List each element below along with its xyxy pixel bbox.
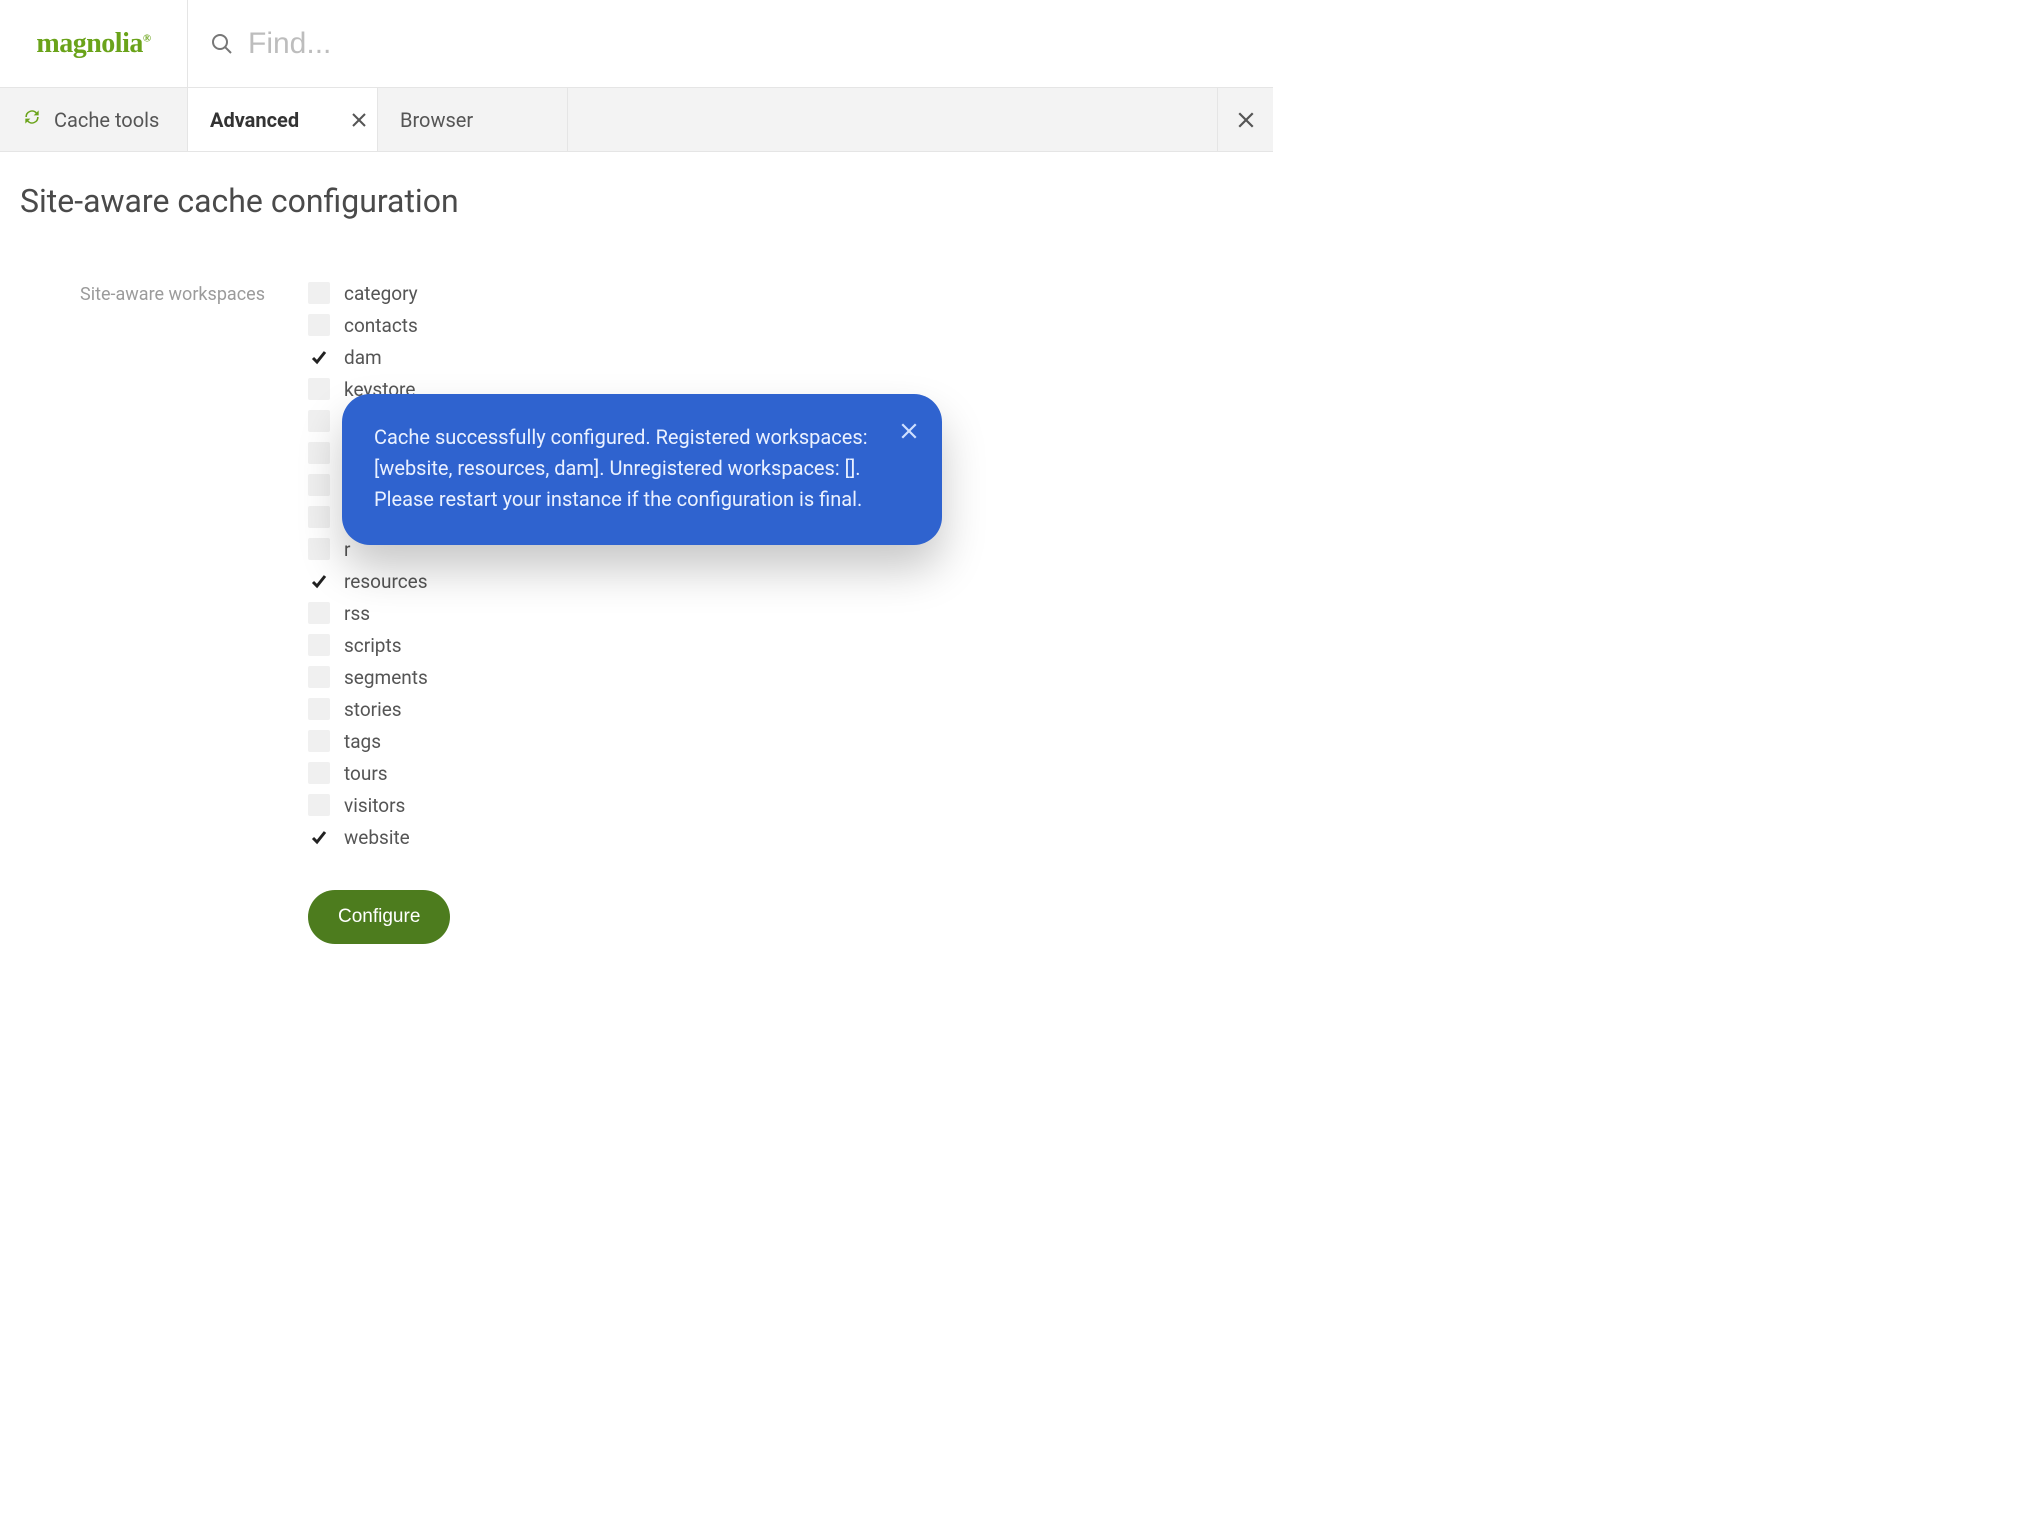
page-title: Site-aware cache configuration xyxy=(20,182,1253,220)
workspace-label: dam xyxy=(344,346,382,369)
workspace-checkbox[interactable] xyxy=(308,410,330,432)
workspace-checkbox[interactable] xyxy=(308,378,330,400)
tab-cache-tools[interactable]: Cache tools xyxy=(0,88,188,151)
workspace-label: website xyxy=(344,826,410,849)
workspace-checkbox[interactable] xyxy=(308,474,330,496)
workspace-checkbox[interactable] xyxy=(308,282,330,304)
workspace-label: segments xyxy=(344,666,428,689)
app-root: magnolia® Cache tools Adv xyxy=(0,0,1273,1004)
workspace-label: r xyxy=(344,538,350,561)
workspace-item: resources xyxy=(308,568,1253,594)
workspace-item: rss xyxy=(308,600,1253,626)
workspace-item: contacts xyxy=(308,312,1253,338)
workspaces-field: Site-aware workspaces category contacts da… xyxy=(20,280,1253,944)
tab-bar: Cache tools Advanced Browser xyxy=(0,88,1273,152)
workspace-checkbox[interactable] xyxy=(308,314,330,336)
workspace-item: website xyxy=(308,824,1253,850)
workspace-item: segments xyxy=(308,664,1253,690)
logo[interactable]: magnolia® xyxy=(0,0,188,87)
close-app-button[interactable] xyxy=(1217,88,1273,151)
workspace-label: visitors xyxy=(344,794,405,817)
workspace-checklist: categorycontactsdamkeystoremnnprresource… xyxy=(308,280,1253,850)
workspace-checkbox[interactable] xyxy=(308,634,330,656)
workspace-item: visitors xyxy=(308,792,1253,818)
search-bar xyxy=(188,0,1273,87)
search-icon xyxy=(210,32,234,56)
workspace-label: stories xyxy=(344,698,402,721)
tab-label: Cache tools xyxy=(54,108,159,132)
workspace-checkbox[interactable] xyxy=(308,538,330,560)
field-value: categorycontactsdamkeystoremnnprresource… xyxy=(308,280,1253,944)
workspace-item: scripts xyxy=(308,632,1253,658)
tab-label: Browser xyxy=(400,108,473,132)
workspace-label: category xyxy=(344,282,418,305)
tab-label: Advanced xyxy=(210,108,299,132)
workspace-item: category xyxy=(308,280,1253,306)
field-label: Site-aware workspaces xyxy=(20,280,308,305)
workspace-checkbox[interactable] xyxy=(308,602,330,624)
workspace-item: tours xyxy=(308,760,1253,786)
workspace-label: scripts xyxy=(344,634,402,657)
workspace-checkbox[interactable] xyxy=(308,506,330,528)
workspace-checkbox[interactable] xyxy=(308,698,330,720)
tab-advanced[interactable]: Advanced xyxy=(188,88,378,151)
tab-browser[interactable]: Browser xyxy=(378,88,568,151)
workspace-checkbox[interactable] xyxy=(308,442,330,464)
header: magnolia® xyxy=(0,0,1273,88)
workspace-checkbox[interactable] xyxy=(308,666,330,688)
search-input[interactable] xyxy=(248,27,648,61)
toast-notification: Cache successfully configured. Registere… xyxy=(342,394,942,545)
workspace-label: rss xyxy=(344,602,370,625)
workspace-checkbox[interactable] xyxy=(308,730,330,752)
workspace-checkbox[interactable] xyxy=(308,826,330,848)
workspace-checkbox[interactable] xyxy=(308,570,330,592)
logo-text: magnolia® xyxy=(36,28,150,60)
workspace-checkbox[interactable] xyxy=(308,346,330,368)
workspace-checkbox[interactable] xyxy=(308,794,330,816)
logo-word: magnolia xyxy=(36,28,142,59)
workspace-item: stories xyxy=(308,696,1253,722)
workspace-item: tags xyxy=(308,728,1253,754)
tab-spacer xyxy=(568,88,1217,151)
logo-trademark: ® xyxy=(143,32,151,44)
workspace-item: dam xyxy=(308,344,1253,370)
workspace-label: tags xyxy=(344,730,381,753)
page-content: Site-aware cache configuration Site-awar… xyxy=(0,152,1273,1004)
configure-button[interactable]: Configure xyxy=(308,890,450,944)
workspace-checkbox[interactable] xyxy=(308,762,330,784)
toast-message: Cache successfully configured. Registere… xyxy=(374,425,868,511)
close-icon[interactable] xyxy=(351,112,367,128)
workspace-label: resources xyxy=(344,570,428,593)
refresh-icon xyxy=(22,107,42,132)
close-icon[interactable] xyxy=(900,418,918,449)
workspace-label: contacts xyxy=(344,314,418,337)
workspace-label: tours xyxy=(344,762,388,785)
